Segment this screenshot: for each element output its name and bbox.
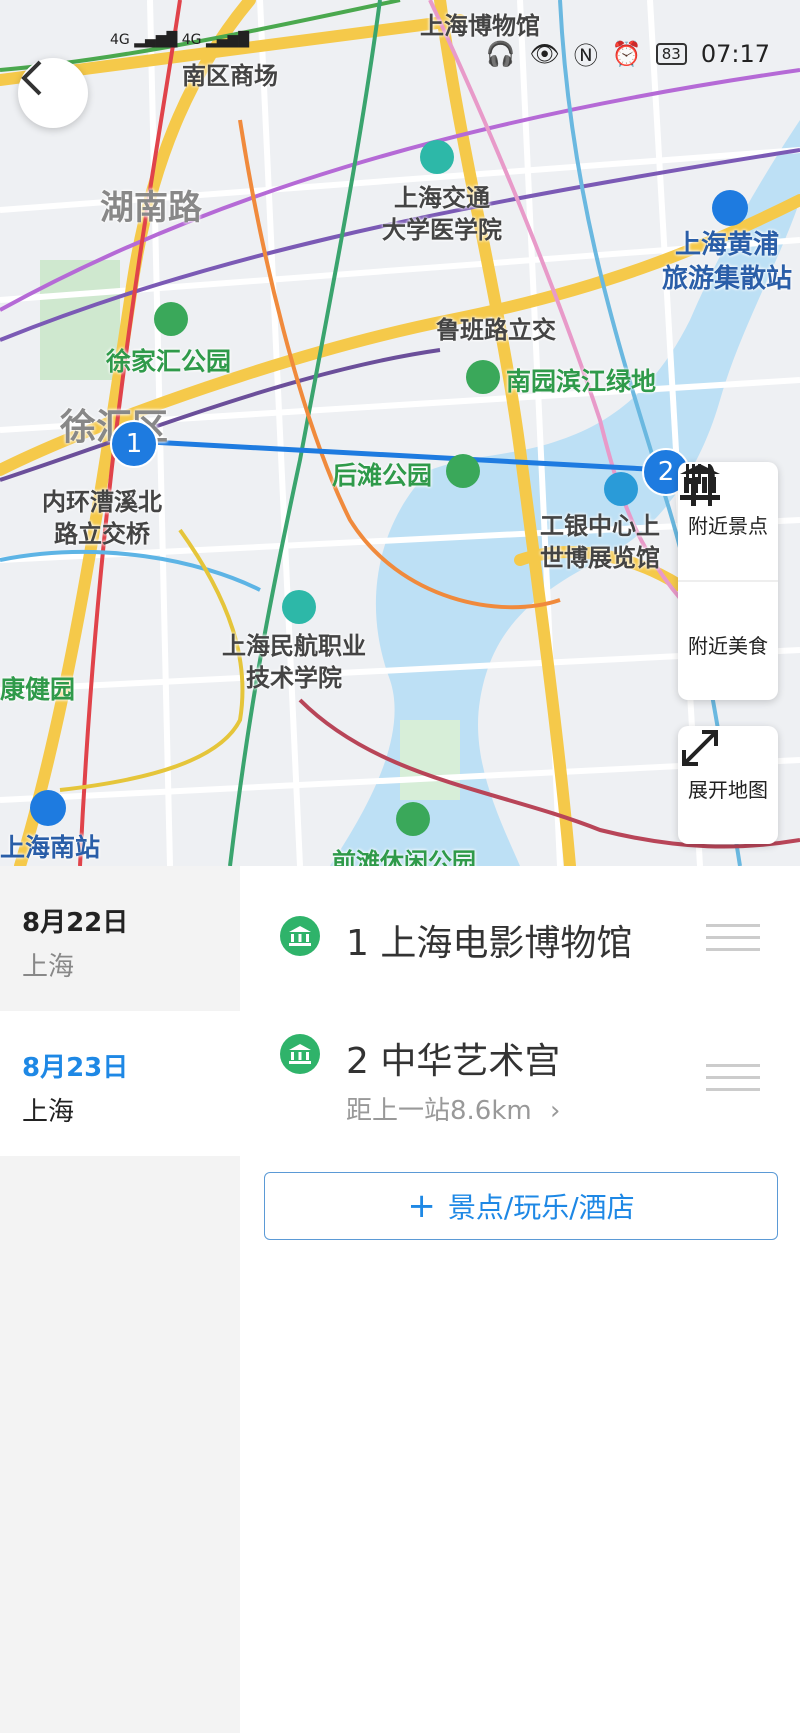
day-city: 上海 (22, 952, 75, 982)
poi-item[interactable]: 1 上海电影博物馆 (260, 900, 780, 1000)
route-marker-1[interactable]: 1 (110, 420, 158, 468)
plus-icon: + (407, 1186, 436, 1226)
poi-distance-link[interactable]: 距上一站8.6km › (346, 1090, 560, 1127)
poi-name: 2 中华艺术宫 (346, 1041, 561, 1082)
poi-item[interactable]: 2 中华艺术宫 距上一站8.6km › (260, 1020, 780, 1140)
status-bar: 4G ▂▄▆█ 4G ▂▄▆█ 🎧 👁 Ⓝ ⏰ 83 07:17 (0, 0, 800, 70)
status-right: 🎧 👁 Ⓝ ⏰ 83 07:17 (485, 36, 770, 71)
map-label-jiaotong-medical: 上海交通 大学医学院 (382, 184, 502, 244)
map-label-hunan-road: 湖南路 (100, 188, 202, 228)
day-date: 8月23日 (22, 1053, 129, 1083)
map-view[interactable]: 上海博物馆 南区商场 湖南路 上海交通 大学医学院 上海黄浦 旅游集散站 徐家汇公园… (0, 0, 800, 866)
add-place-label: 景点/玩乐/酒店 (447, 1191, 635, 1224)
map-label-houtan-park: 后滩公园 (332, 461, 433, 490)
day-list: 8月22日 上海 8月23日 上海 (0, 866, 240, 1733)
train-station-icon (30, 790, 66, 826)
map-label-kangjian-park: 康健园 (0, 675, 76, 704)
park-icon (396, 802, 430, 836)
map-label-shanghai-south-station: 上海南站 (0, 833, 101, 862)
nearby-food-button[interactable]: 附近美食 (686, 464, 768, 700)
expand-icon (682, 730, 718, 766)
map-label-caoxi-interchange: 内环漕溪北 路立交桥 (42, 488, 162, 548)
add-place-button[interactable]: + 景点/玩乐/酒店 (264, 1172, 778, 1240)
museum-icon (280, 916, 320, 956)
map-label-xujiahui-park: 徐家汇公园 (106, 347, 232, 376)
status-time: 07:17 (700, 39, 770, 68)
battery-indicator: 83 (655, 42, 687, 65)
headphone-icon: 🎧 (485, 39, 516, 68)
day-city: 上海 (22, 1097, 75, 1127)
park-icon (466, 360, 500, 394)
alarm-icon: ⏰ (611, 39, 642, 68)
day-item-active[interactable]: 8月23日 上海 (0, 1011, 240, 1156)
school-icon (420, 140, 454, 174)
nearby-panel: 附近景点 附近美食 (678, 462, 778, 700)
school-icon (282, 590, 316, 624)
museum-map-icon (604, 472, 638, 506)
back-button[interactable] (18, 58, 88, 128)
map-label-qiantan-park: 前滩休闲公园 (332, 848, 476, 866)
expand-map-button[interactable]: 展开地图 (678, 726, 778, 844)
park-icon (154, 302, 188, 336)
museum-icon (280, 1034, 320, 1074)
chevron-right-icon: › (550, 1096, 561, 1126)
map-label-aviation-college: 上海民航职业 技术学院 (222, 632, 366, 692)
day-item[interactable]: 8月22日 上海 (0, 866, 240, 1011)
chevron-left-icon (21, 60, 42, 96)
signal-indicator: 4G ▂▄▆█ 4G ▂▄▆█ (110, 32, 250, 48)
drag-handle-icon[interactable] (706, 1064, 760, 1100)
map-label-nanqu-mall: 南区商场 (182, 62, 278, 90)
map-label-expo-center: 工银中心上 世博展览馆 (540, 512, 660, 572)
drag-handle-icon[interactable] (706, 924, 760, 960)
bus-station-icon (712, 190, 748, 226)
eye-icon: 👁 (529, 39, 560, 68)
map-label-nanyuan-park: 南园滨江绿地 (506, 367, 657, 396)
day-date: 8月22日 (22, 908, 129, 938)
map-label-huangpu-station: 上海黄浦 旅游集散站 (662, 230, 793, 294)
park-icon (446, 454, 480, 488)
poi-name: 1 上海电影博物馆 (346, 923, 633, 964)
fork-knife-icon (686, 464, 715, 506)
map-label-luban-interchange: 鲁班路立交 (436, 316, 556, 344)
nfc-icon: Ⓝ (573, 42, 598, 70)
